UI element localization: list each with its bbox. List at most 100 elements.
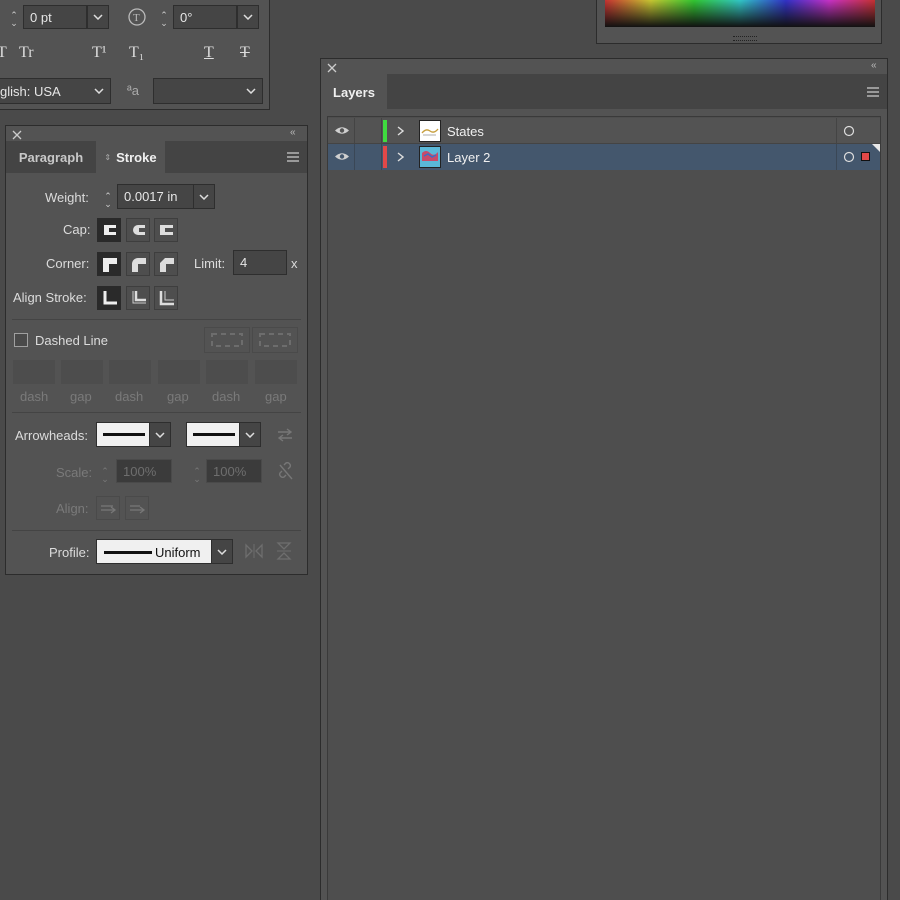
small-caps-icon[interactable]: Tr (19, 44, 34, 62)
profile-select[interactable]: Uniform (96, 539, 212, 564)
preserve-dash-button[interactable] (204, 327, 250, 353)
layer-name[interactable]: States (447, 124, 484, 139)
arrow-place-button[interactable] (125, 496, 149, 520)
round-join-icon (132, 258, 146, 272)
align-inside-icon (132, 291, 146, 304)
scale-stepper-2[interactable]: ⌃ ⌄ (190, 467, 204, 484)
tracking-dropdown[interactable] (87, 5, 109, 29)
round-join-button[interactable] (126, 252, 150, 276)
dash-align-icon (259, 333, 291, 347)
rotation-dropdown[interactable] (237, 5, 259, 29)
profile-dropdown[interactable] (211, 539, 233, 564)
close-icon[interactable] (327, 63, 337, 73)
divider (12, 412, 301, 413)
language-select[interactable]: glish: USA (0, 78, 111, 104)
character-panel: ⌃ ⌄ 0 pt T ⌃ ⌄ 0° T Tr T¹ T₁ T T glish: US… (0, 0, 270, 110)
scale-value-2: 100% (213, 463, 247, 479)
weight-dropdown[interactable] (193, 184, 215, 209)
collapse-icon[interactable]: « (871, 60, 877, 71)
align-inside-button[interactable] (126, 286, 150, 310)
dashed-line-checkbox[interactable] (14, 333, 28, 347)
layers-tab-bar: Layers (321, 74, 887, 110)
resize-grip[interactable] (733, 36, 757, 41)
layer-color-bar (383, 120, 387, 142)
align-outside-button[interactable] (154, 286, 178, 310)
eye-icon[interactable] (334, 125, 350, 136)
expand-chevron-icon[interactable] (397, 126, 404, 136)
miter-join-button[interactable] (97, 252, 121, 276)
swap-arrowheads-icon[interactable] (276, 426, 294, 444)
rotation-stepper[interactable]: ⌃ ⌄ (157, 11, 171, 28)
tab-paragraph-label: Paragraph (18, 149, 84, 165)
chevron-down-icon (245, 431, 255, 438)
layer-row[interactable]: States (328, 118, 880, 144)
layers-list: States Layer 2 (327, 116, 881, 900)
lock-column[interactable] (354, 118, 382, 144)
color-spectrum[interactable] (605, 0, 875, 27)
gap-field-3[interactable] (255, 360, 297, 384)
lock-column[interactable] (354, 144, 382, 170)
strikethrough-icon[interactable]: T (240, 44, 250, 62)
collapse-icon[interactable]: « (290, 127, 296, 138)
align-center-button[interactable] (97, 286, 121, 310)
align-arrowheads-label: Align: (56, 501, 89, 516)
thumbnail-map-icon (422, 151, 438, 161)
weight-field[interactable]: 0.0017 in (117, 184, 195, 209)
start-arrowhead-dropdown[interactable] (149, 422, 171, 447)
arrow-extend-button[interactable] (96, 496, 120, 520)
divider (12, 319, 301, 320)
tracking-field[interactable]: 0 pt (23, 5, 87, 29)
projecting-cap-button[interactable] (154, 218, 178, 242)
panel-menu-icon[interactable] (286, 151, 300, 163)
tracking-stepper[interactable]: ⌃ ⌄ (7, 11, 21, 28)
tab-stroke-label: Stroke (116, 150, 157, 165)
butt-cap-button[interactable] (97, 218, 121, 242)
scale-stepper-1[interactable]: ⌃ ⌄ (98, 467, 112, 484)
align-dash-button[interactable] (252, 327, 298, 353)
subscript-icon[interactable]: T₁ (129, 44, 144, 62)
scale-field-2[interactable]: 100% (206, 459, 262, 483)
start-arrowhead-select[interactable] (96, 422, 150, 447)
layer-row-selected[interactable]: Layer 2 (328, 144, 880, 170)
scale-value-1: 100% (123, 463, 157, 479)
tab-paragraph[interactable]: Paragraph (6, 141, 96, 173)
scale-field-1[interactable]: 100% (116, 459, 172, 483)
tab-layers[interactable]: Layers (321, 74, 387, 110)
layer-name[interactable]: Layer 2 (447, 150, 490, 165)
link-scale-icon[interactable] (275, 462, 295, 482)
end-arrowhead-select[interactable] (186, 422, 240, 447)
flip-across-icon[interactable] (276, 542, 292, 560)
limit-value: 4 (240, 255, 248, 270)
rotation-field[interactable]: 0° (173, 5, 237, 29)
chevron-down-icon (93, 14, 103, 20)
panel-menu-icon[interactable] (866, 86, 880, 98)
arrow-tip-place-icon (130, 505, 146, 514)
round-cap-button[interactable] (126, 218, 150, 242)
weight-stepper[interactable]: ⌃ ⌄ (101, 192, 115, 209)
flip-along-icon[interactable] (245, 543, 263, 559)
dash-field-2[interactable] (109, 360, 151, 384)
gap-field-2[interactable] (158, 360, 200, 384)
arrowhead-line-preview (193, 433, 235, 436)
rotation-value: 0° (180, 9, 193, 25)
superscript-icon[interactable]: T¹ (92, 44, 107, 62)
bevel-join-icon (160, 258, 174, 272)
tab-stroke[interactable]: ⇕ Stroke (96, 141, 165, 174)
chevron-down-icon (217, 548, 227, 555)
eye-icon[interactable] (334, 151, 350, 162)
end-arrowhead-dropdown[interactable] (239, 422, 261, 447)
gap-field-1[interactable] (61, 360, 103, 384)
dash-field-3[interactable] (206, 360, 248, 384)
chevron-down-icon (155, 431, 165, 438)
all-caps-icon[interactable]: T (0, 44, 7, 62)
close-icon[interactable] (12, 130, 22, 140)
anti-alias-select[interactable] (153, 78, 263, 104)
expand-chevron-icon[interactable] (397, 152, 404, 162)
limit-field[interactable]: 4 (233, 250, 287, 275)
bevel-join-button[interactable] (154, 252, 178, 276)
selection-square-icon[interactable] (861, 152, 870, 161)
underline-icon[interactable]: T (204, 44, 214, 62)
target-circle-icon[interactable] (843, 151, 855, 163)
dash-field-1[interactable] (13, 360, 55, 384)
target-circle-icon[interactable] (843, 125, 855, 137)
